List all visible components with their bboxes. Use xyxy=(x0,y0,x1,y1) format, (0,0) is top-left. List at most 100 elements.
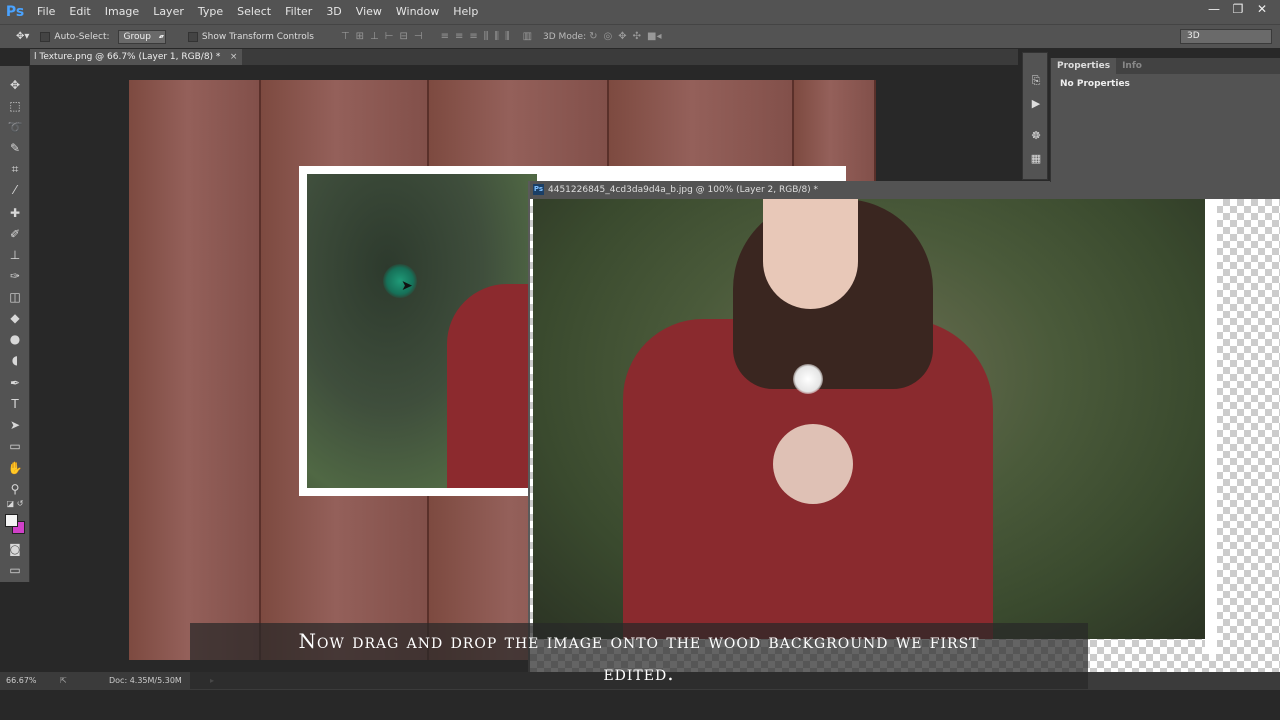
eraser-tool-icon[interactable]: ◫ xyxy=(5,288,25,306)
export-icon[interactable]: ⇱ xyxy=(60,672,67,690)
show-transform-checkbox[interactable] xyxy=(187,31,198,42)
menu-select[interactable]: Select xyxy=(230,0,278,24)
quick-mask-icon[interactable]: ◙ xyxy=(5,540,25,558)
3d-roll-icon[interactable]: ◎ xyxy=(604,31,613,42)
align-left-icon[interactable]: ⊢ xyxy=(385,31,394,42)
document-tab-bar: l Texture.png @ 66.7% (Layer 1, RGB/8) *… xyxy=(30,49,1018,65)
workspace-select[interactable]: 3D xyxy=(1180,29,1272,44)
3d-pan-icon[interactable]: ✥ xyxy=(618,31,626,42)
tab-properties[interactable]: Properties xyxy=(1051,58,1117,74)
dodge-tool-icon[interactable]: ◖ xyxy=(5,351,25,369)
menu-help[interactable]: Help xyxy=(446,0,485,24)
distribute-hcenter-icon[interactable]: ⫼ xyxy=(494,31,499,42)
photo-dandelion xyxy=(793,364,823,394)
properties-panel: Properties Info No Properties xyxy=(1050,58,1280,182)
eyedropper-tool-icon[interactable]: ⁄ xyxy=(5,181,25,199)
path-select-tool-icon[interactable]: ➤ xyxy=(5,416,25,434)
lasso-tool-icon[interactable]: ➰ xyxy=(5,118,25,136)
pen-tool-icon[interactable]: ✒ xyxy=(5,374,25,392)
default-colors-icon[interactable]: ◪ ↺ xyxy=(5,498,25,508)
menu-filter[interactable]: Filter xyxy=(278,0,319,24)
photoshop-window: Ps File Edit Image Layer Type Select Fil… xyxy=(0,0,1280,720)
align-top-icon[interactable]: ⊤ xyxy=(341,31,350,42)
distribute-bottom-icon[interactable]: ≡ xyxy=(469,31,477,42)
floating-canvas[interactable] xyxy=(530,199,1280,687)
auto-select-checkbox[interactable] xyxy=(40,31,51,42)
toolbox: ✥ ⬚ ➰ ✎ ⌗ ⁄ ✚ ✐ ⊥ ✑ ◫ ◆ ● ◖ ✒ T ➤ ▭ ✋ ⚲ … xyxy=(0,66,30,582)
quick-select-tool-icon[interactable]: ✎ xyxy=(5,139,25,157)
zoom-tool-icon[interactable]: ⚲ xyxy=(5,480,25,498)
menu-file[interactable]: File xyxy=(30,0,62,24)
move-tool-icon[interactable]: ✥ xyxy=(5,76,25,94)
3d-rotate-icon[interactable]: ↻ xyxy=(589,31,597,42)
document-tab[interactable]: l Texture.png @ 66.7% (Layer 1, RGB/8) *… xyxy=(30,49,243,65)
close-icon[interactable]: ✕ xyxy=(1250,0,1274,18)
tutorial-caption: Now drag and drop the image onto the woo… xyxy=(190,623,1088,689)
show-transform-label: Show Transform Controls xyxy=(201,31,314,42)
menu-layer[interactable]: Layer xyxy=(146,0,191,24)
type-tool-icon[interactable]: T xyxy=(5,395,25,413)
document-tab-close-icon[interactable]: × xyxy=(230,49,238,65)
paint-bucket-tool-icon[interactable]: ◆ xyxy=(5,309,25,327)
caption-line-1: Now drag and drop the image onto the woo… xyxy=(298,629,980,653)
white-border-layer xyxy=(1205,199,1217,654)
photoshop-doc-icon: Ps xyxy=(533,184,544,195)
menu-view[interactable]: View xyxy=(349,0,389,24)
hand-tool-icon[interactable]: ✋ xyxy=(5,459,25,477)
history-panel-icon[interactable]: ⎘ xyxy=(1028,73,1044,89)
options-bar: ✥▾ Auto-Select: Group Show Transform Con… xyxy=(0,24,1280,48)
3d-mode-label: 3D Mode: xyxy=(543,31,587,42)
swatches-grid-icon[interactable]: ▦ xyxy=(1028,150,1044,166)
floating-document-window[interactable]: Ps 4451226845_4cd3da9d4a_b.jpg @ 100% (L… xyxy=(528,181,1280,687)
document-tab-title: l Texture.png @ 66.7% (Layer 1, RGB/8) * xyxy=(34,52,221,62)
framed-photo[interactable]: ➤ xyxy=(307,174,537,488)
floating-window-titlebar[interactable]: Ps 4451226845_4cd3da9d4a_b.jpg @ 100% (L… xyxy=(530,181,1280,199)
distribute-left-icon[interactable]: ⫼ xyxy=(484,31,489,42)
distribute-right-icon[interactable]: ⫼ xyxy=(505,31,510,42)
zoom-level[interactable]: 66.67% xyxy=(6,672,37,690)
crop-tool-icon[interactable]: ⌗ xyxy=(5,160,25,178)
history-brush-tool-icon[interactable]: ✑ xyxy=(5,267,25,285)
align-right-icon[interactable]: ⊣ xyxy=(414,31,423,42)
menu-bar: Ps File Edit Image Layer Type Select Fil… xyxy=(0,0,1280,24)
clone-stamp-tool-icon[interactable]: ⊥ xyxy=(5,246,25,264)
photo-hands xyxy=(773,424,853,504)
menu-image[interactable]: Image xyxy=(98,0,146,24)
screen-mode-icon[interactable]: ▭ xyxy=(5,561,25,579)
3d-panel-icon[interactable]: ☸ xyxy=(1028,127,1044,143)
tab-info[interactable]: Info xyxy=(1116,58,1148,74)
healing-brush-tool-icon[interactable]: ✚ xyxy=(5,204,25,222)
wood-plank xyxy=(129,80,261,660)
distribute-top-icon[interactable]: ≡ xyxy=(441,31,449,42)
properties-content: No Properties xyxy=(1060,79,1130,89)
restore-icon[interactable]: ❐ xyxy=(1226,0,1250,18)
actions-play-icon[interactable]: ▶ xyxy=(1028,95,1044,111)
auto-align-icon[interactable]: ▥ xyxy=(523,31,532,42)
menu-type[interactable]: Type xyxy=(191,0,230,24)
menu-edit[interactable]: Edit xyxy=(62,0,97,24)
align-bottom-icon[interactable]: ⊥ xyxy=(370,31,379,42)
move-cursor-icon: ➤ xyxy=(401,278,413,294)
menu-window[interactable]: Window xyxy=(389,0,446,24)
woman-photo[interactable] xyxy=(533,199,1205,639)
auto-select-target-select[interactable]: Group xyxy=(117,29,166,44)
move-tool-preset-icon[interactable]: ✥▾ xyxy=(16,31,29,42)
blur-tool-icon[interactable]: ● xyxy=(5,330,25,348)
marquee-tool-icon[interactable]: ⬚ xyxy=(5,97,25,115)
3d-slide-icon[interactable]: ✣ xyxy=(633,31,641,42)
shape-tool-icon[interactable]: ▭ xyxy=(5,437,25,455)
3d-scale-icon[interactable]: ■◂ xyxy=(647,31,661,42)
minimize-icon[interactable]: — xyxy=(1202,0,1226,18)
align-hcenter-icon[interactable]: ⊟ xyxy=(399,31,407,42)
foreground-color-swatch[interactable] xyxy=(5,514,18,527)
brush-tool-icon[interactable]: ✐ xyxy=(5,225,25,243)
panel-icon-strip: ⎘ ▶ ☸ ▦ xyxy=(1022,52,1048,180)
distribute-vcenter-icon[interactable]: ≡ xyxy=(455,31,463,42)
doc-size-info: Doc: 4.35M/5.30M xyxy=(109,676,182,685)
properties-panel-tabs: Properties Info xyxy=(1051,58,1280,74)
auto-select-label: Auto-Select: xyxy=(54,31,110,42)
align-vcenter-icon[interactable]: ⊞ xyxy=(356,31,364,42)
photo-face xyxy=(763,199,858,309)
menu-3d[interactable]: 3D xyxy=(319,0,348,24)
caption-line-2: edited. xyxy=(603,661,675,685)
